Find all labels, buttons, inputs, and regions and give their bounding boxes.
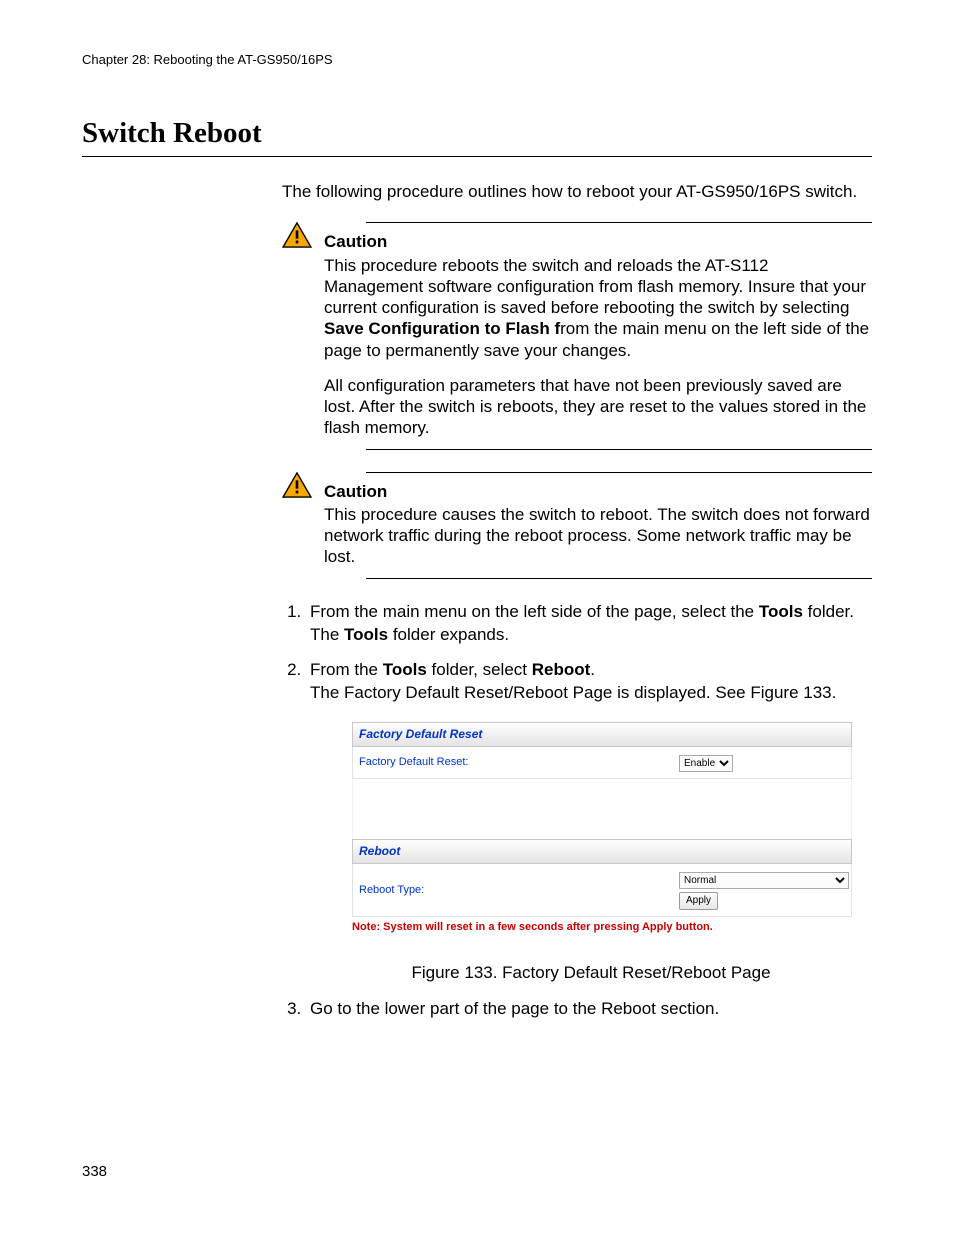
caution-icon [282, 222, 312, 248]
page-title: Switch Reboot [82, 117, 872, 150]
steps-list: From the main menu on the left side of t… [282, 601, 872, 1019]
page-number: 338 [82, 1163, 107, 1180]
step-2: From the Tools folder, select Reboot. Th… [306, 659, 872, 984]
chapter-header: Chapter 28: Rebooting the AT-GS950/16PS [82, 52, 872, 67]
caution-label: Caution [324, 481, 872, 502]
figure-note: Note: System will reset in a few seconds… [352, 921, 852, 935]
figure-133: Factory Default Reset Factory Default Re… [352, 722, 852, 935]
caution-1-para-1: This procedure reboots the switch and re… [324, 255, 872, 361]
reboot-type-label: Reboot Type: [359, 884, 679, 898]
reboot-type-select[interactable]: Normal [679, 872, 849, 889]
step-2-sub: The Factory Default Reset/Reboot Page is… [310, 682, 872, 703]
panel-1-title: Factory Default Reset [352, 722, 852, 747]
caution-2-para-1: This procedure causes the switch to rebo… [324, 504, 872, 568]
step-3: Go to the lower part of the page to the … [306, 998, 872, 1019]
intro-paragraph: The following procedure outlines how to … [282, 181, 872, 202]
factory-default-reset-select[interactable]: Enable [679, 755, 733, 772]
caution-block-1: Caution This procedure reboots the switc… [282, 222, 872, 449]
title-rule [82, 156, 872, 157]
caution-block-2: Caution This procedure causes the switch… [282, 472, 872, 579]
figure-caption: Figure 133. Factory Default Reset/Reboot… [310, 962, 872, 983]
apply-button[interactable]: Apply [679, 892, 718, 910]
caution-label: Caution [324, 231, 872, 252]
step-1: From the main menu on the left side of t… [306, 601, 872, 646]
caution-icon [282, 472, 312, 498]
step-1-sub: The Tools folder expands. [310, 624, 872, 645]
caution-1-para-2: All configuration parameters that have n… [324, 375, 872, 439]
panel-2-title: Reboot [352, 839, 852, 864]
factory-default-reset-label: Factory Default Reset: [359, 756, 679, 770]
